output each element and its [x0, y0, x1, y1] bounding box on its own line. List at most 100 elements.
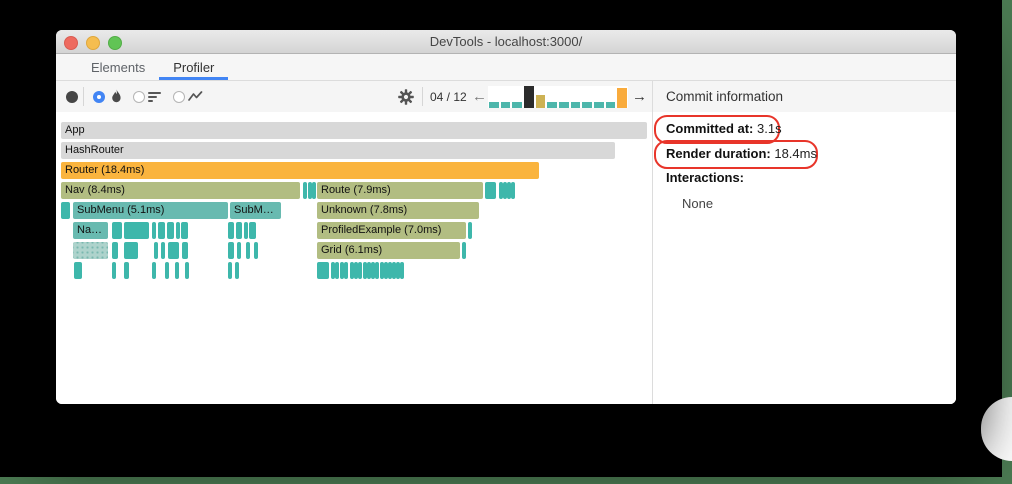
flame-bar-submenu-5-1ms[interactable]: SubMenu (5.1ms) [73, 202, 228, 219]
commit-bar[interactable] [512, 102, 523, 108]
flame-bar[interactable] [358, 262, 362, 279]
flame-bar[interactable] [158, 222, 165, 239]
commit-bar[interactable] [535, 95, 546, 108]
flame-bar[interactable] [375, 262, 379, 279]
flame-bar[interactable] [237, 242, 241, 259]
commit-bar[interactable] [605, 102, 616, 108]
flame-bar[interactable] [303, 182, 307, 199]
commit-bar[interactable] [582, 102, 593, 108]
flame-bar-unknown-7-8ms[interactable]: Unknown (7.8ms) [317, 202, 479, 219]
ranked-view-button[interactable] [148, 81, 161, 112]
flame-bar[interactable] [312, 182, 316, 199]
flame-bar[interactable] [462, 242, 466, 259]
committed-at-line: Committed at: 3.1s [666, 121, 782, 136]
flame-bar[interactable] [228, 262, 232, 279]
commit-bar[interactable] [489, 102, 499, 108]
flame-bar[interactable] [124, 262, 129, 279]
flame-bar[interactable] [112, 242, 118, 259]
commit-bar[interactable] [594, 102, 604, 108]
title-bar: DevTools - localhost:3000/ [56, 30, 956, 54]
flame-bar[interactable] [485, 182, 496, 199]
flame-bar[interactable] [176, 222, 180, 239]
profiler-toolbar: 04 / 12 ← → Commit information [56, 81, 956, 113]
flame-bar[interactable] [112, 222, 122, 239]
flame-bar[interactable] [400, 262, 404, 279]
commit-bar[interactable] [617, 88, 628, 108]
flame-bar[interactable] [228, 222, 234, 239]
flame-bar[interactable] [244, 222, 248, 239]
flame-bar[interactable] [185, 262, 189, 279]
flame-bar[interactable] [74, 262, 82, 279]
flame-bar[interactable] [175, 262, 179, 279]
flame-bar[interactable] [152, 222, 156, 239]
ranked-radio[interactable] [133, 81, 145, 112]
flame-bar[interactable] [61, 202, 70, 219]
flame-bar[interactable] [152, 262, 156, 279]
interactions-chart-icon [188, 91, 203, 101]
previous-commit-button[interactable]: ← [472, 81, 487, 112]
interactions-radio[interactable] [173, 81, 185, 112]
interactions-view-button[interactable] [188, 81, 203, 112]
flame-bar-app[interactable]: App [61, 122, 647, 139]
settings-button[interactable] [398, 81, 414, 112]
commit-counter: 04 / 12 [430, 89, 467, 104]
commit-bar[interactable] [500, 102, 511, 108]
commit-bar-selected[interactable] [524, 86, 534, 108]
flame-bar-profiledexample-7-0ms[interactable]: ProfiledExample (7.0ms) [317, 222, 466, 239]
commit-bar[interactable] [559, 102, 569, 108]
flame-bar-hashrouter[interactable]: HashRouter [61, 142, 615, 159]
flame-bar[interactable] [511, 182, 515, 199]
commit-bar[interactable] [547, 102, 558, 108]
flame-bar[interactable] [181, 222, 188, 239]
flame-bar-nav-8-4ms[interactable]: Nav (8.4ms) [61, 182, 300, 199]
radio-unselected-icon [133, 90, 145, 103]
flame-bar[interactable] [344, 262, 348, 279]
flame-bar[interactable] [254, 242, 258, 259]
flame-bar-subm[interactable]: SubM… [230, 202, 281, 219]
flame-bar[interactable] [246, 242, 250, 259]
committed-at-label: Committed at: [666, 121, 754, 136]
commit-info-panel: Committed at: 3.1s Render duration: 18.4… [653, 112, 956, 404]
separator [83, 87, 84, 106]
ranked-chart-icon [148, 91, 161, 102]
render-duration-value: 18.4ms [770, 146, 817, 161]
next-commit-button[interactable]: → [632, 81, 647, 112]
flame-bar[interactable] [236, 222, 242, 239]
flame-graph: App HashRouter Router (18.4ms) Nav (8.4ms) R… [56, 112, 652, 404]
flame-bar[interactable] [73, 242, 108, 259]
flame-bar[interactable] [235, 262, 239, 279]
flame-bar[interactable] [124, 222, 149, 239]
flamegraph-view-button[interactable] [110, 81, 123, 112]
record-button[interactable] [66, 81, 78, 112]
flamegraph-radio[interactable] [93, 81, 105, 112]
flame-bar-grid-6-1ms[interactable]: Grid (6.1ms) [317, 242, 460, 259]
flame-bar[interactable] [124, 242, 138, 259]
flame-bar[interactable] [168, 242, 179, 259]
flame-bar[interactable] [317, 262, 329, 279]
flame-bar-router-18-4ms[interactable]: Router (18.4ms) [61, 162, 539, 179]
commit-bar[interactable] [570, 102, 581, 108]
flame-bar[interactable] [167, 222, 174, 239]
record-icon [66, 90, 78, 103]
flame-bar[interactable] [228, 242, 234, 259]
flame-bar[interactable] [154, 242, 158, 259]
radio-unselected-icon [173, 90, 185, 103]
flame-bar[interactable] [335, 262, 339, 279]
tab-elements[interactable]: Elements [77, 54, 159, 80]
flame-bar[interactable] [161, 242, 165, 259]
render-duration-line: Render duration: 18.4ms [666, 146, 817, 161]
flame-bar[interactable] [165, 262, 169, 279]
profiler-content: App HashRouter Router (18.4ms) Nav (8.4ms) R… [56, 80, 956, 404]
flame-bar[interactable] [112, 262, 116, 279]
commit-info-header: Commit information [666, 89, 784, 104]
gear-icon [398, 88, 414, 105]
flame-bar[interactable] [182, 242, 188, 259]
flame-bar[interactable] [468, 222, 472, 239]
flame-bar-na[interactable]: Na… [73, 222, 108, 239]
flame-bar[interactable] [249, 222, 256, 239]
commit-selector[interactable] [488, 86, 628, 108]
radio-selected-icon [93, 90, 105, 103]
desktop-edge-bottom [0, 477, 1012, 484]
flame-bar-route-7-9ms[interactable]: Route (7.9ms) [317, 182, 483, 199]
tab-profiler[interactable]: Profiler [159, 54, 229, 80]
